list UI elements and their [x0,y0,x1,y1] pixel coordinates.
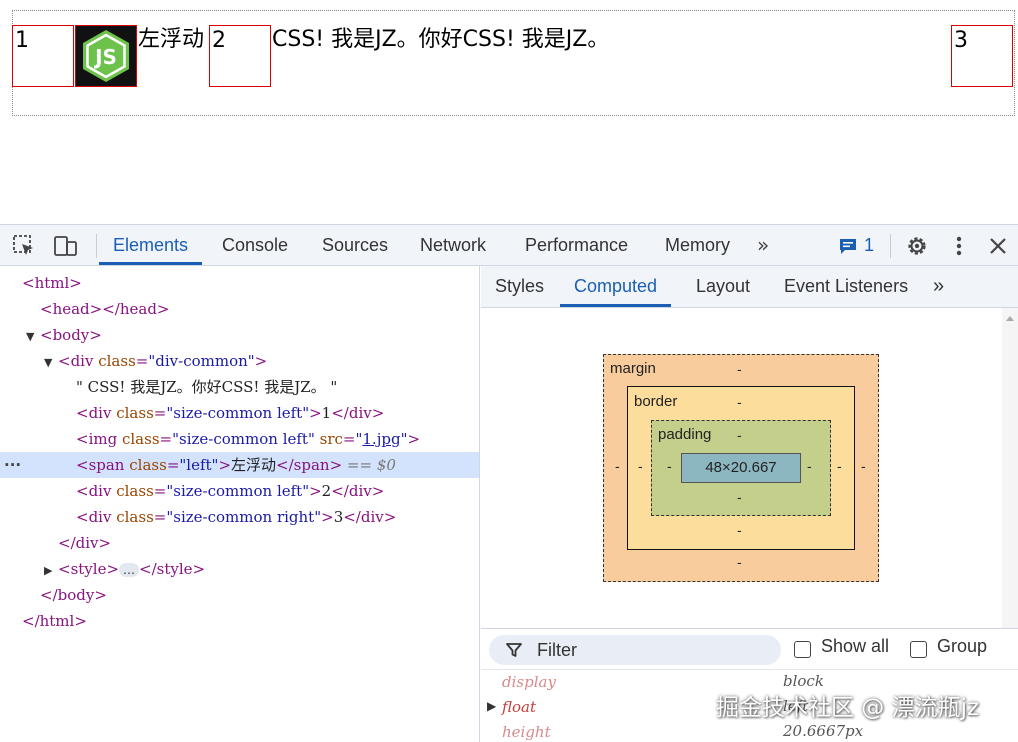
devtools-main-toolbar: Elements Console Sources Network Perform… [0,225,1018,266]
border-left-value[interactable]: - [638,458,643,474]
dom-node-div-2[interactable]: <div class="size-common left">2</div> [0,478,479,504]
scroll-up-arrow-icon[interactable] [1002,312,1018,324]
toolbar-divider [96,234,97,258]
dom-node-style[interactable]: ▶ <style>… </style> [0,556,479,582]
gear-icon[interactable] [904,233,930,259]
padding-bottom-value[interactable]: - [737,489,742,505]
nodejs-image: JS [75,25,137,87]
kebab-menu-icon[interactable] [946,233,972,259]
border-label: border [634,393,678,410]
padding-right-value[interactable]: - [807,458,812,474]
dom-node-html-close[interactable]: </html> [0,608,479,634]
dom-node-head[interactable]: <head></head> [0,296,479,322]
computed-prop-name[interactable]: display [502,670,556,695]
margin-top-value[interactable]: - [737,361,742,377]
margin-left-value[interactable]: - [615,458,620,474]
filter-placeholder: Filter [537,640,577,660]
dom-node-img[interactable]: <img class="size-common left" src="1.jpg… [0,426,479,452]
side-pane-tabs: Styles Computed Layout Event Listeners » [481,266,1018,308]
issues-badge[interactable]: 1 [838,235,874,256]
side-pane-scrollbar[interactable] [1002,308,1018,628]
computed-prop-name[interactable]: height [502,720,551,742]
float-span-text: 左浮动 [138,27,205,52]
padding-left-value[interactable]: - [667,458,672,474]
inspect-element-icon[interactable] [11,233,37,259]
box-3: 3 [951,25,1013,87]
elements-dom-tree: <html> <head></head> ▼ <body> ▼ <div class… [0,266,480,742]
node-actions-ellipsis-icon[interactable]: ··· [4,452,21,478]
dom-node-div-1[interactable]: <div class="size-common left">1</div> [0,400,479,426]
js-logo-text: JS [93,45,117,69]
border-bottom-value[interactable]: - [737,522,742,538]
border-right-value[interactable]: - [837,458,842,474]
juejin-watermark: 掘金技术社区 @ 漂流瓶jz [716,695,980,721]
device-toolbar-icon[interactable] [53,233,79,259]
dom-node-html[interactable]: <html> [0,270,479,296]
expand-triangle-down-icon[interactable]: ▼ [26,324,40,350]
rendered-page: 1 JS 左浮动 2 CSS! 我是JZ。你好CSS! 我是JZ。 3 [0,0,1018,224]
margin-bottom-value[interactable]: - [737,554,742,570]
more-tabs-chevron-icon[interactable]: » [757,225,769,265]
issues-count: 1 [864,235,875,255]
box-1: 1 [12,25,74,87]
more-side-tabs-chevron-icon[interactable]: » [933,266,944,307]
toolbar-divider-right [890,234,891,258]
dom-text-node[interactable]: " CSS! 我是JZ。你好CSS! 我是JZ。 " [0,374,479,400]
styles-side-pane: Styles Computed Layout Event Listeners »… [481,266,1018,742]
devtools-panel: Elements Console Sources Network Perform… [0,224,1018,742]
box-model-content[interactable]: 48×20.667 [681,453,801,483]
dom-node-span-selected[interactable]: ··· <span class="left">左浮动</span> == $0 [0,452,479,478]
tab-performance[interactable]: Performance [525,225,628,265]
img-src-link[interactable]: 1.jpg [362,430,400,448]
show-all-checkbox[interactable] [794,641,811,658]
dom-node-body-close[interactable]: </body> [0,582,479,608]
tab-computed[interactable]: Computed [560,266,672,307]
margin-right-value[interactable]: - [861,458,866,474]
border-top-value[interactable]: - [737,394,742,410]
tab-elements[interactable]: Elements [99,225,203,265]
padding-label: padding [658,426,712,443]
tab-layout[interactable]: Layout [696,266,750,307]
box-2: 2 [209,25,271,87]
tab-network[interactable]: Network [420,225,486,265]
dom-node-body[interactable]: ▼ <body> [0,322,479,348]
inline-text: CSS! 我是JZ。你好CSS! 我是JZ。 [272,27,610,52]
tab-memory[interactable]: Memory [665,225,730,265]
dom-node-div-common[interactable]: ▼ <div class="div-common"> [0,348,479,374]
tab-styles[interactable]: Styles [495,266,544,307]
group-checkbox[interactable] [910,641,927,658]
collapsed-content-ellipsis-icon[interactable]: … [119,563,140,577]
message-icon [840,238,856,254]
margin-label: margin [610,360,656,377]
expand-triangle-down-icon[interactable]: ▼ [44,350,58,376]
expand-triangle-right-icon[interactable]: ▶ [44,558,58,584]
close-icon[interactable] [985,233,1011,259]
computed-filter-row: Filter Show all Group [481,628,1018,670]
computed-prop-value: 20.6667px [783,722,864,740]
tab-console[interactable]: Console [222,225,288,265]
dom-node-div-close[interactable]: </div> [0,530,479,556]
computed-prop-name[interactable]: float [502,695,536,720]
tab-sources[interactable]: Sources [322,225,388,265]
expand-triangle-right-icon[interactable]: ▶ [487,694,496,719]
nodejs-js-logo-icon: JS [76,26,136,86]
filter-funnel-icon [506,643,522,657]
dom-node-div-3[interactable]: <div class="size-common right">3</div> [0,504,479,530]
filter-input[interactable]: Filter [489,635,781,665]
padding-top-value[interactable]: - [737,427,742,443]
group-label[interactable]: Group [937,636,987,657]
tab-event-listeners[interactable]: Event Listeners [784,266,908,307]
show-all-label[interactable]: Show all [821,636,889,657]
